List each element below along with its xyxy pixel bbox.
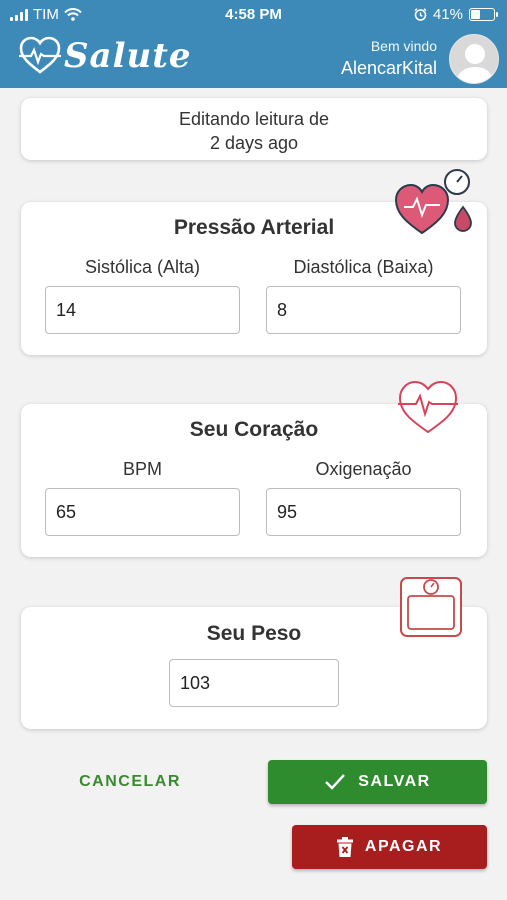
status-bar: TIM 4:58 PM 41% [0,0,507,30]
diastolic-input[interactable] [266,286,461,334]
avatar[interactable] [449,34,499,84]
app-header: Salute Bem vindo AlencarKital [0,30,507,88]
app-name: Salute [64,36,192,76]
alarm-icon [414,8,427,21]
diastolic-label: Diastólica (Baixa) [293,257,434,277]
oxygen-label: Oxigenação [315,459,412,479]
welcome-text: Bem vindo [370,38,437,54]
avatar-silhouette-icon [455,44,495,83]
heartbeat-icon [398,380,458,434]
reading-date-line1: Editando leitura de [178,109,330,129]
heart-pressure-icon [394,169,472,235]
weight-input[interactable] [169,659,339,707]
heart-logo-icon [19,36,61,74]
reading-date-line2: 2 days ago [209,133,299,153]
battery-level [471,10,480,19]
welcome-block: Bem vindo AlencarKital [341,38,437,79]
trash-icon [336,837,353,857]
check-icon [325,774,346,790]
bpm-label: BPM [122,459,162,479]
battery-percent: 41% [432,6,463,23]
app-logo[interactable]: Salute [18,36,192,76]
battery-icon [469,8,498,21]
oxygen-input[interactable] [266,488,461,536]
save-button[interactable]: SALVAR [268,760,487,804]
delete-label: APAGAR [364,838,443,855]
delete-button[interactable]: APAGAR [292,825,487,869]
systolic-input[interactable] [45,286,240,334]
systolic-label: Sistólica (Alta) [84,257,201,277]
scale-icon [400,577,462,637]
bpm-input[interactable] [45,488,240,536]
cancel-button[interactable]: CANCELAR [60,760,200,804]
reading-date-card: Editando leitura de 2 days ago [21,98,487,160]
save-label: SALVAR [358,773,431,790]
status-right: 41% [414,6,498,23]
username: AlencarKital [340,58,437,78]
